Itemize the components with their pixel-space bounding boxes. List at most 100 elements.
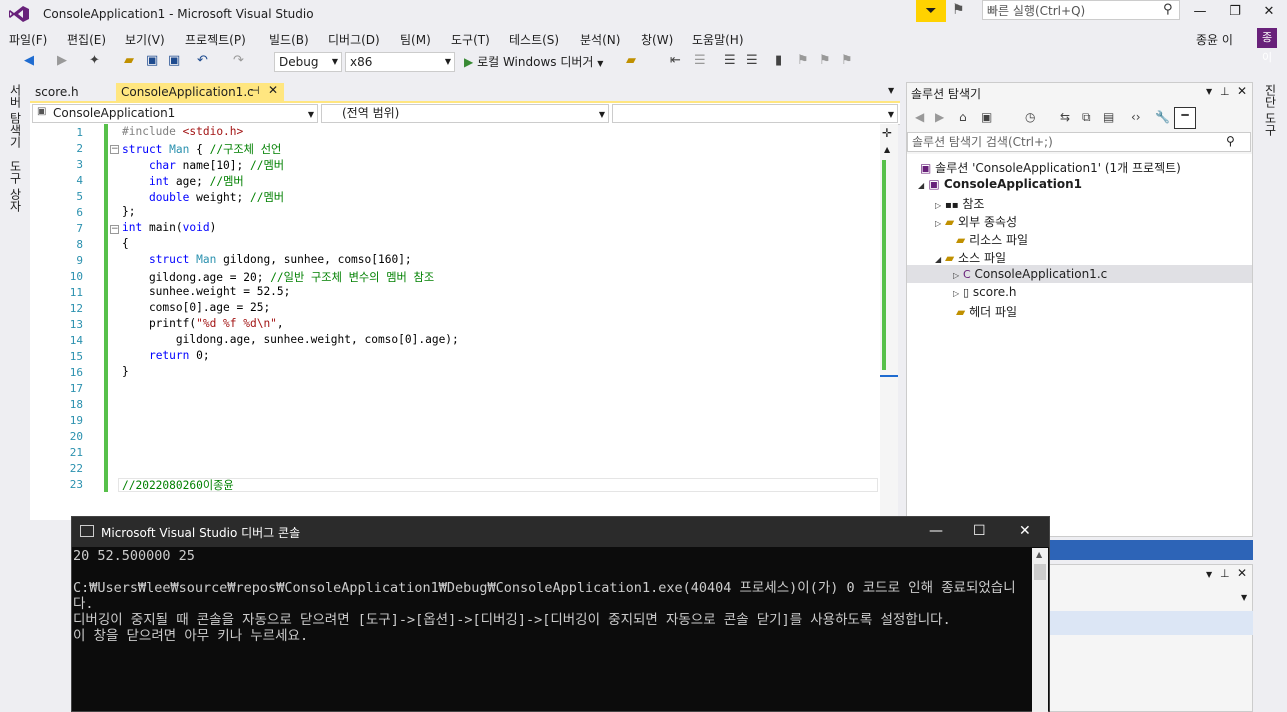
feedback-icon[interactable]: ⚑ bbox=[952, 2, 965, 18]
scroll-up-icon[interactable]: ▲ bbox=[884, 145, 890, 154]
user-name[interactable]: 종윤 이 bbox=[1196, 31, 1233, 48]
next-bookmark-icon[interactable]: ⚑ bbox=[819, 53, 831, 68]
menu-test[interactable]: 테스트(S) bbox=[509, 31, 559, 48]
tree-item-project[interactable]: ◢ ▣ ConsoleApplication1 bbox=[918, 177, 1082, 191]
console-scroll-thumb[interactable] bbox=[1034, 564, 1046, 580]
split-editor-icon[interactable]: ✛ bbox=[882, 126, 892, 140]
tree-item-score-h[interactable]: ▷ ▯ score.h bbox=[953, 285, 1017, 299]
tree-item-solution[interactable]: ▣ 솔루션 'ConsoleApplication1' (1개 프로젝트) bbox=[920, 159, 1181, 176]
console-minimize-button[interactable]: — bbox=[929, 523, 943, 539]
pin-icon[interactable]: ⊥ bbox=[1220, 567, 1230, 580]
redo-icon[interactable]: ↷ bbox=[233, 53, 244, 68]
console-maximize-button[interactable]: ☐ bbox=[973, 523, 986, 539]
console-close-button[interactable]: ✕ bbox=[1019, 523, 1031, 539]
panel-menu-icon[interactable]: ▼ bbox=[1206, 570, 1212, 579]
step-icon[interactable]: ⇤ bbox=[670, 53, 681, 68]
close-button[interactable]: ✕ bbox=[1255, 2, 1283, 22]
panel-menu-icon[interactable]: ▼ bbox=[1206, 87, 1212, 96]
tree-item-source-files[interactable]: ◢ ▰ 소스 파일 bbox=[935, 249, 1006, 266]
new-project-icon[interactable]: ✦ bbox=[89, 53, 100, 68]
tree-item-header-files[interactable]: ▰ 헤더 파일 bbox=[956, 303, 1017, 320]
tree-item-external-deps[interactable]: ▷ ▰ 외부 종속성 bbox=[935, 213, 1017, 230]
preview-icon[interactable]: ━ bbox=[1174, 107, 1196, 129]
show-all-files-icon[interactable]: ▤ bbox=[1103, 110, 1114, 124]
close-panel-icon[interactable]: ✕ bbox=[1237, 84, 1247, 98]
clear-bookmarks-icon[interactable]: ⚑ bbox=[841, 53, 853, 68]
properties-icon[interactable]: 🔧 bbox=[1155, 110, 1170, 124]
open-folder-icon[interactable]: ▰ bbox=[124, 53, 134, 68]
browse-icon[interactable]: ▰ bbox=[626, 53, 636, 68]
search-icon[interactable]: ⚲ bbox=[1226, 134, 1235, 148]
menu-build[interactable]: 빌드(B) bbox=[269, 31, 309, 48]
pin-icon[interactable]: ⊣ bbox=[250, 84, 260, 97]
menu-project[interactable]: 프로젝트(P) bbox=[185, 31, 246, 48]
solution-search-input[interactable]: 솔루션 탐색기 검색(Ctrl+;) bbox=[907, 132, 1251, 152]
menu-tools[interactable]: 도구(T) bbox=[451, 31, 490, 48]
save-all-icon[interactable]: ▣ bbox=[168, 53, 180, 68]
tab-overflow-icon[interactable]: ▼ bbox=[888, 86, 894, 95]
view-code-icon[interactable]: ‹› bbox=[1131, 110, 1141, 124]
menu-help[interactable]: 도움말(H) bbox=[692, 31, 744, 48]
project-scope-value: ConsoleApplication1 bbox=[53, 106, 176, 120]
forward-icon[interactable]: ▶ bbox=[935, 110, 944, 124]
tab-score-h[interactable]: score.h bbox=[30, 83, 115, 101]
forward-icon[interactable]: ▶ bbox=[57, 53, 67, 68]
comment-icon[interactable]: ☰ bbox=[694, 53, 706, 68]
menu-team[interactable]: 팀(M) bbox=[400, 31, 431, 48]
configuration-select[interactable]: Debug ▼ bbox=[274, 52, 342, 72]
home-icon[interactable]: ⌂ bbox=[959, 110, 967, 124]
restore-button[interactable]: ❐ bbox=[1221, 2, 1249, 22]
pin-icon[interactable]: ⊥ bbox=[1220, 85, 1230, 98]
menu-edit[interactable]: 편집(E) bbox=[67, 31, 106, 48]
menu-debug[interactable]: 디버그(D) bbox=[328, 31, 380, 48]
toolbox-tab[interactable]: 도구 상자 bbox=[7, 160, 24, 212]
outdent-icon[interactable]: ☰ bbox=[746, 53, 758, 68]
collapsed-icon: ▷ bbox=[953, 289, 960, 298]
menu-analyze[interactable]: 분석(N) bbox=[580, 31, 620, 48]
menu-window[interactable]: 창(W) bbox=[641, 31, 673, 48]
pending-changes-icon[interactable]: ◷ bbox=[1025, 110, 1035, 124]
code-line: char name[10]; //멤버 bbox=[148, 159, 285, 172]
back-icon[interactable]: ◀ bbox=[24, 53, 34, 68]
project-scope-select[interactable]: ConsoleApplication1 ▼ bbox=[32, 104, 318, 123]
server-explorer-tab[interactable]: 서버 탐색기 bbox=[7, 84, 24, 148]
menu-view[interactable]: 보기(V) bbox=[125, 31, 165, 48]
avatar[interactable]: 종이 bbox=[1257, 28, 1277, 64]
folder-icon: ▰ bbox=[956, 233, 966, 247]
tree-item-resource-files[interactable]: ▰ 리소스 파일 bbox=[956, 231, 1028, 248]
undo-icon[interactable]: ↶ bbox=[197, 53, 208, 68]
tree-item-source-c[interactable]: ▷ C ConsoleApplication1.c bbox=[953, 267, 1107, 281]
indent-icon[interactable]: ☰ bbox=[724, 53, 736, 68]
diagnostic-tools-tab[interactable]: 진단 도구 bbox=[1262, 84, 1279, 136]
collapsed-icon: ▷ bbox=[935, 219, 942, 228]
start-debugging-button[interactable]: ▶ 로컬 Windows 디버거 ▼ bbox=[464, 53, 603, 70]
collapse-icon[interactable]: − bbox=[110, 145, 119, 154]
visual-studio-logo-icon bbox=[9, 6, 29, 22]
line-number: 6 bbox=[76, 206, 83, 219]
switch-views-icon[interactable]: ▣ bbox=[981, 110, 992, 124]
close-panel-icon[interactable]: ✕ bbox=[1237, 566, 1247, 580]
code-line: struct Man gildong, sunhee, comso[160]; bbox=[148, 253, 412, 266]
close-tab-icon[interactable]: ✕ bbox=[268, 83, 278, 97]
properties-panel bbox=[1040, 564, 1253, 712]
member-select[interactable]: ▼ bbox=[612, 104, 898, 123]
sync-icon[interactable]: ⇆ bbox=[1060, 110, 1070, 124]
menu-file[interactable]: 파일(F) bbox=[9, 31, 47, 48]
prev-bookmark-icon[interactable]: ⚑ bbox=[797, 53, 809, 68]
chevron-down-icon[interactable]: ▼ bbox=[1241, 593, 1247, 602]
back-icon[interactable]: ◀ bbox=[915, 110, 924, 124]
quick-launch-input[interactable]: 빠른 실행(Ctrl+Q) bbox=[982, 0, 1180, 20]
toolbar bbox=[0, 49, 1287, 75]
tree-item-references[interactable]: ▷ ▪▪ 참조 bbox=[935, 195, 984, 212]
configuration-value: Debug bbox=[279, 55, 319, 69]
minimize-button[interactable]: — bbox=[1186, 2, 1214, 22]
search-icon[interactable]: ⚲ bbox=[1163, 2, 1173, 17]
collapse-all-icon[interactable]: ⧉ bbox=[1082, 110, 1091, 125]
save-icon[interactable]: ▣ bbox=[146, 53, 158, 68]
notification-filter-icon[interactable]: ⏷ bbox=[916, 0, 946, 22]
bookmark-icon[interactable]: ▮ bbox=[775, 53, 782, 68]
collapse-icon[interactable]: − bbox=[110, 225, 119, 234]
platform-select[interactable]: x86 ▼ bbox=[345, 52, 455, 72]
global-scope-select[interactable]: (전역 범위) ▼ bbox=[321, 104, 609, 123]
scroll-up-icon[interactable]: ▲ bbox=[1036, 550, 1042, 559]
